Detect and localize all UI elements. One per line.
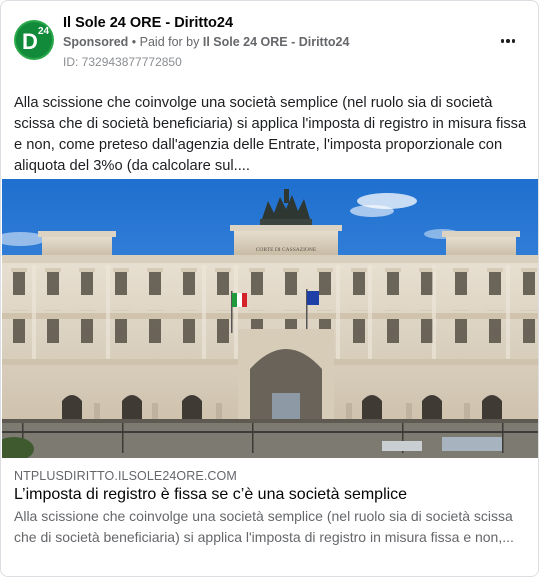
page-name-link[interactable]: Il Sole 24 ORE - Diritto24 (63, 15, 233, 31)
sponsored-label: Sponsored (63, 35, 129, 49)
post-header: D 24 Il Sole 24 ORE - Diritto24 Sponsore… (1, 1, 538, 81)
link-title[interactable]: L’imposta di registro è fissa se c’è una… (14, 486, 407, 504)
more-options-icon (500, 39, 516, 43)
paid-for-by-label: Paid for by (139, 35, 203, 49)
meta-separator: • (128, 35, 140, 49)
sponsored-post-card: D 24 Il Sole 24 ORE - Diritto24 Sponsore… (0, 0, 539, 577)
more-options-button[interactable] (496, 29, 520, 53)
link-domain: NTPLUSDIRITTO.ILSOLE24ORE.COM (14, 469, 237, 483)
avatar-number: 24 (38, 26, 50, 37)
avatar-letter: D (22, 29, 38, 54)
ad-id: ID: 732943877772850 (63, 55, 182, 69)
link-description: Alla scissione che coinvolge una società… (14, 508, 514, 545)
link-preview[interactable]: NTPLUSDIRITTO.ILSOLE24ORE.COM L’imposta … (1, 458, 538, 576)
building-inscription: CORTE DI CASSAZIONE (256, 247, 317, 253)
diritto24-logo: D 24 (16, 22, 52, 58)
post-image[interactable]: CORTE DI CASSAZIONE (2, 179, 538, 458)
payer-name: Il Sole 24 ORE - Diritto24 (202, 35, 350, 49)
sponsored-meta: Sponsored • Paid for by Il Sole 24 ORE -… (63, 35, 349, 49)
palace-of-justice-photo: CORTE DI CASSAZIONE (2, 179, 538, 458)
page-avatar[interactable]: D 24 (14, 20, 54, 60)
post-text: Alla scissione che coinvolge una società… (14, 95, 527, 174)
